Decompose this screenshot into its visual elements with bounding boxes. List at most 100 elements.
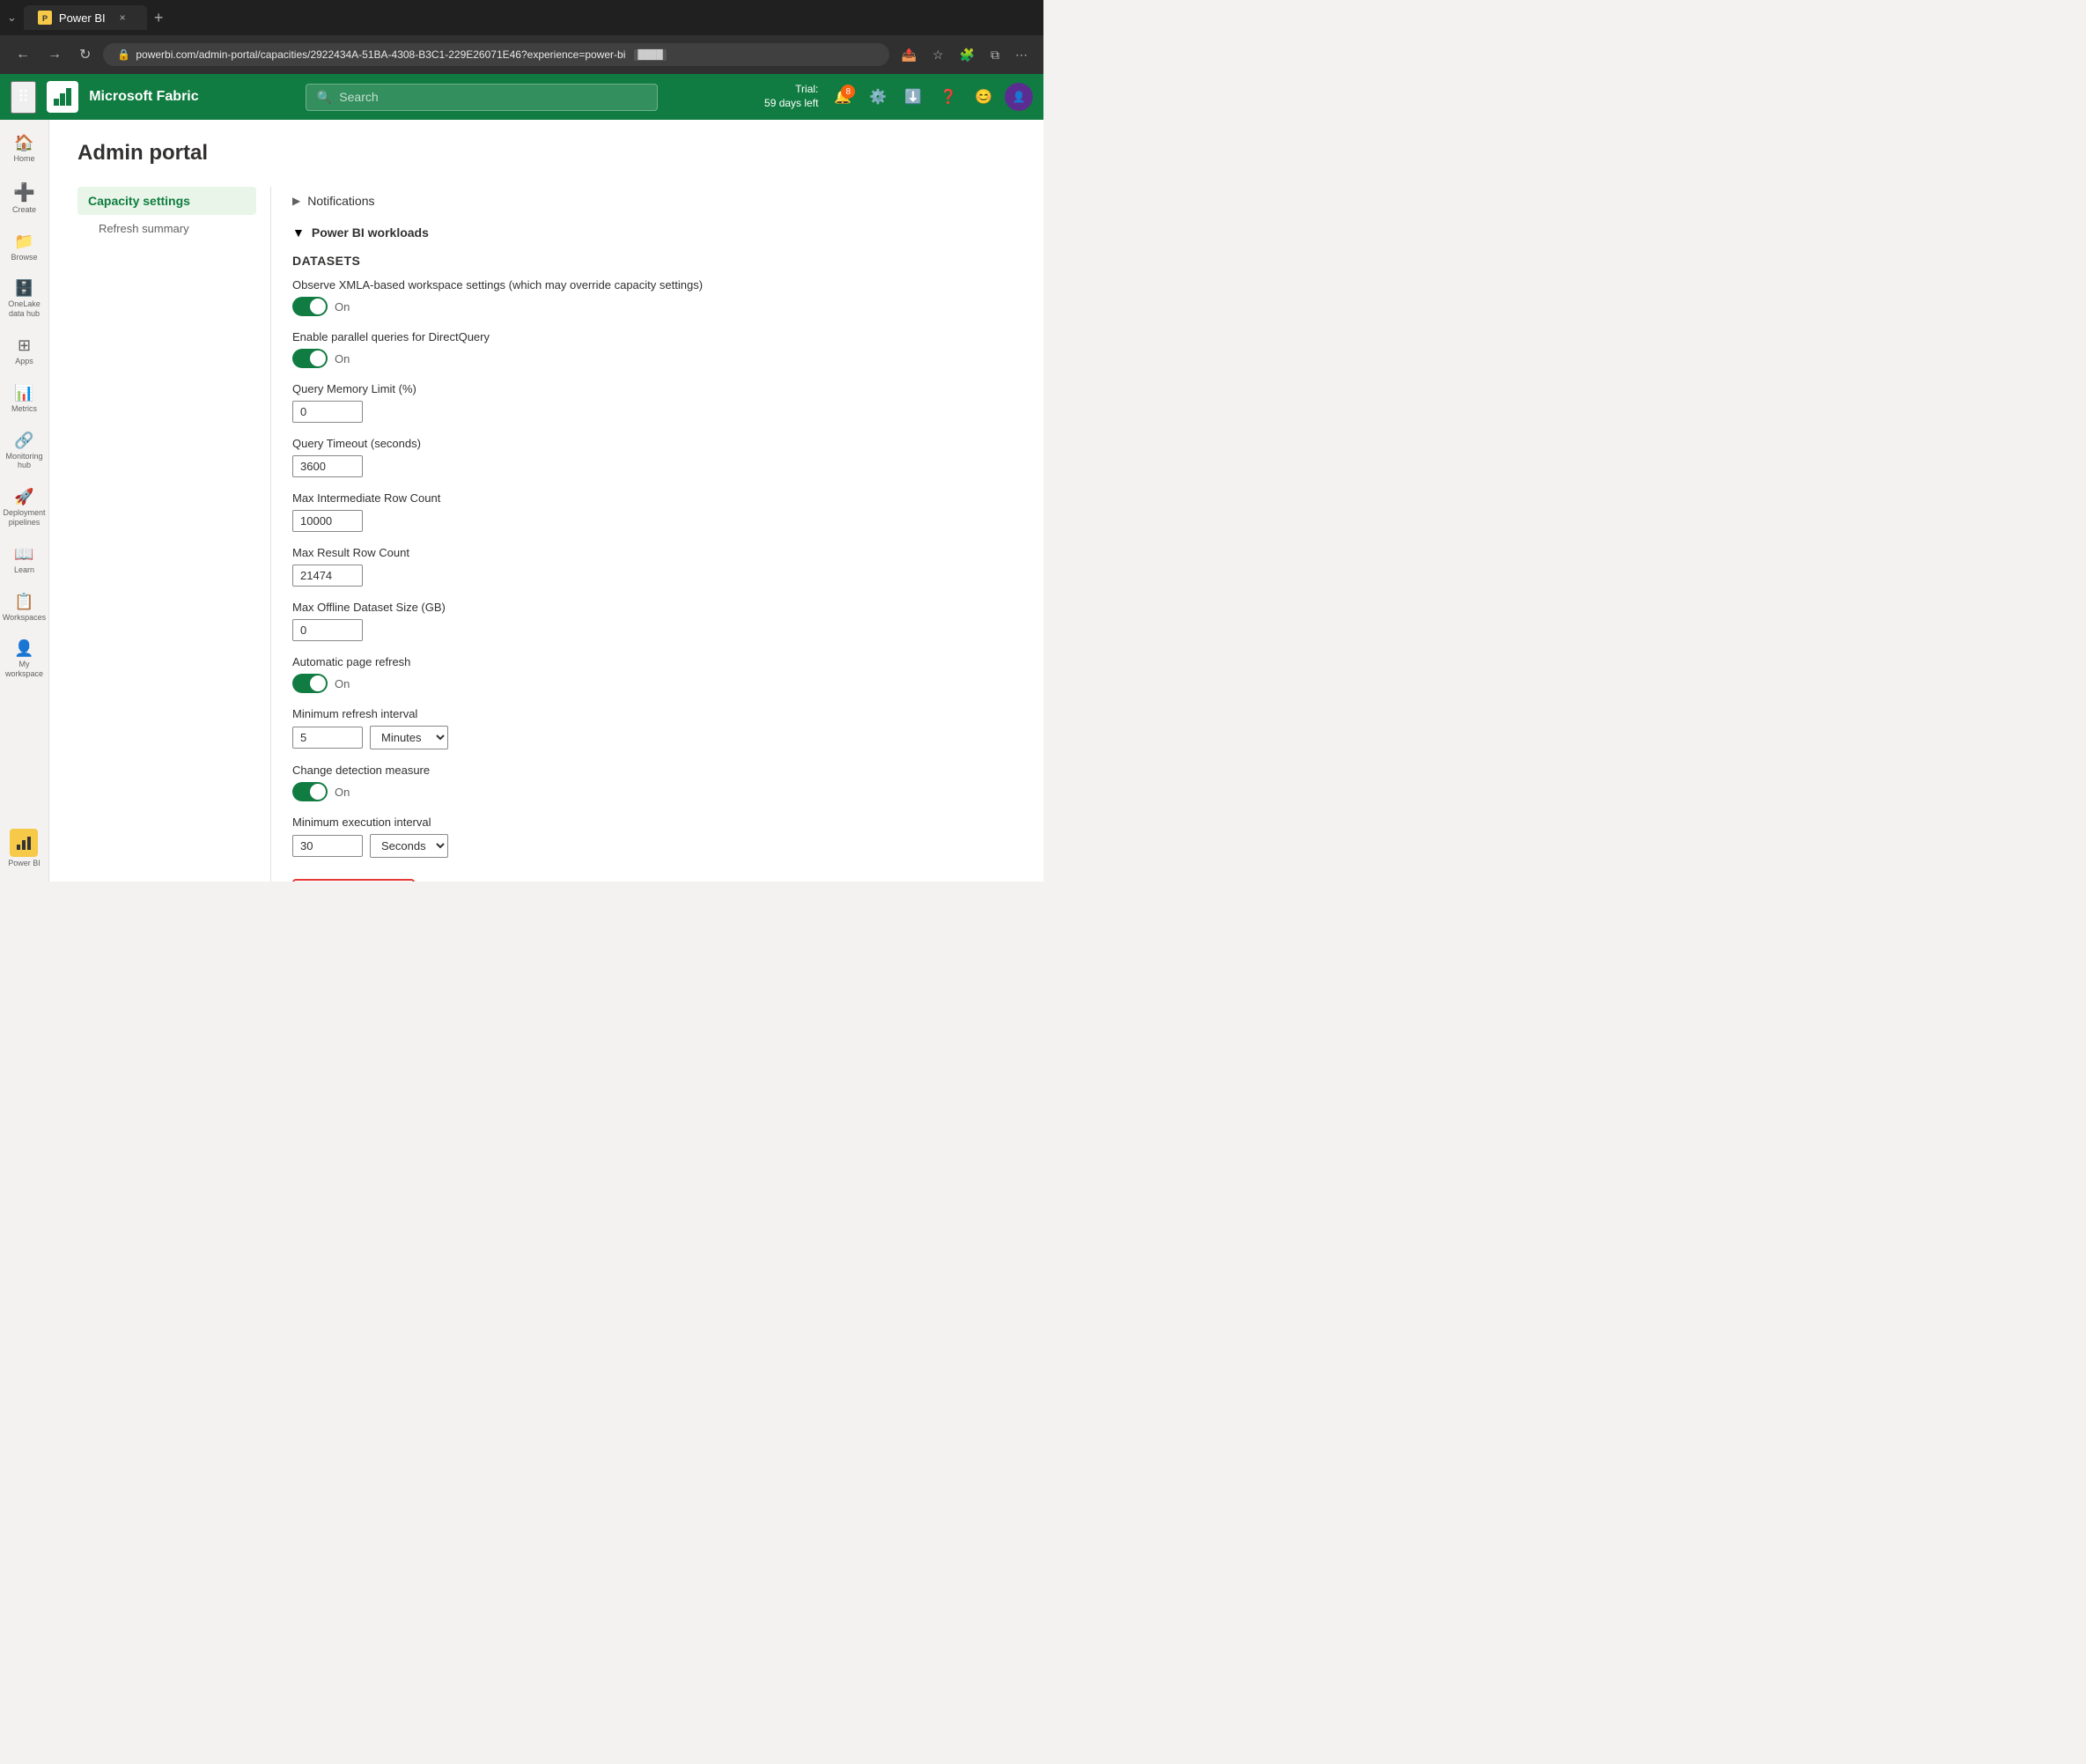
setting-parallel-queries: Enable parallel queries for DirectQuery … bbox=[292, 330, 1015, 368]
waffle-menu-button[interactable]: ⠿ bbox=[11, 81, 36, 114]
notifications-section-header[interactable]: ▶ Notifications bbox=[292, 187, 1015, 215]
onelake-icon: 🗄️ bbox=[14, 279, 33, 298]
content-area: Admin portal Capacity settings Refresh s… bbox=[49, 120, 1043, 882]
portal-main: ▶ Notifications ▼ Power BI workloads DAT… bbox=[271, 187, 1015, 882]
min-refresh-unit-select[interactable]: Minutes Seconds Hours bbox=[370, 726, 448, 749]
sidebar-item-deployment-label: Deploymentpipelines bbox=[3, 508, 45, 528]
user-avatar-button[interactable]: 👤 bbox=[1005, 83, 1033, 111]
setting-auto-page-refresh: Automatic page refresh On bbox=[292, 655, 1015, 693]
address-hidden-badge: ████ bbox=[634, 49, 666, 61]
back-button[interactable]: ← bbox=[11, 43, 35, 66]
change-detection-toggle[interactable] bbox=[292, 782, 328, 801]
split-view-button[interactable]: ⧉ bbox=[985, 44, 1005, 66]
sidebar-item-workspaces[interactable]: 📋 Workspaces bbox=[3, 586, 47, 630]
trial-info: Trial: 59 days left bbox=[764, 83, 818, 110]
sidebar-item-myworkspace[interactable]: 👤 Myworkspace bbox=[3, 632, 47, 686]
query-timeout-input[interactable] bbox=[292, 455, 363, 477]
help-button[interactable]: ❓ bbox=[934, 83, 962, 111]
auto-page-refresh-toggle[interactable] bbox=[292, 674, 328, 693]
notifications-button[interactable]: 🔔 8 bbox=[829, 83, 857, 111]
sidebar-item-myworkspace-label: Myworkspace bbox=[5, 660, 43, 679]
lock-icon: 🔒 bbox=[117, 48, 130, 61]
sidebar-item-browse[interactable]: 📁 Browse bbox=[3, 225, 47, 269]
myworkspace-icon: 👤 bbox=[14, 639, 33, 658]
max-result-input[interactable] bbox=[292, 565, 363, 587]
forward-button[interactable]: → bbox=[42, 43, 67, 66]
sidebar-item-deployment[interactable]: 🚀 Deploymentpipelines bbox=[3, 481, 47, 535]
setting-max-result: Max Result Row Count bbox=[292, 546, 1015, 587]
notification-badge: 8 bbox=[841, 85, 855, 99]
sidebar-item-learn[interactable]: 📖 Learn bbox=[3, 538, 47, 582]
datasets-section: DATASETS Observe XMLA-based workspace se… bbox=[292, 247, 1015, 882]
datasets-title: DATASETS bbox=[292, 254, 1015, 268]
deployment-icon: 🚀 bbox=[14, 488, 33, 506]
toggle-knob bbox=[310, 299, 326, 314]
feedback-button[interactable]: 😊 bbox=[969, 83, 998, 111]
browse-icon: 📁 bbox=[14, 232, 33, 251]
bookmark-button[interactable]: ☆ bbox=[927, 44, 949, 66]
xmla-workspace-toggle[interactable] bbox=[292, 297, 328, 316]
sidebar-item-create[interactable]: ➕ Create bbox=[3, 174, 47, 222]
new-tab-button[interactable]: + bbox=[154, 9, 164, 27]
nav-actions: 📤 ☆ 🧩 ⧉ ⋯ bbox=[896, 44, 1033, 66]
parallel-queries-toggle[interactable] bbox=[292, 349, 328, 368]
powerbi-label: Power BI bbox=[8, 859, 41, 867]
learn-icon: 📖 bbox=[14, 545, 33, 564]
sidebar-item-onelake[interactable]: 🗄️ OneLakedata hub bbox=[3, 272, 47, 326]
browser-titlebar: ⌄ P Power BI × + bbox=[0, 0, 1043, 35]
share-button[interactable]: 📤 bbox=[896, 44, 922, 66]
notifications-title: Notifications bbox=[307, 194, 374, 208]
sidebar-item-create-label: Create bbox=[12, 205, 36, 215]
sidebar-powerbi[interactable]: Power BI bbox=[4, 822, 44, 875]
setting-max-offline: Max Offline Dataset Size (GB) bbox=[292, 601, 1015, 641]
min-exec-unit-select[interactable]: Seconds Minutes Hours bbox=[370, 834, 448, 858]
sidebar-item-home[interactable]: 🏠 Home bbox=[3, 127, 47, 171]
min-refresh-value-input[interactable] bbox=[292, 727, 363, 749]
more-button[interactable]: ⋯ bbox=[1010, 44, 1033, 66]
setting-change-detection: Change detection measure On bbox=[292, 764, 1015, 801]
auto-page-refresh-toggle-row: On bbox=[292, 674, 1015, 693]
setting-min-refresh: Minimum refresh interval Minutes Seconds… bbox=[292, 707, 1015, 749]
max-offline-label: Max Offline Dataset Size (GB) bbox=[292, 601, 1015, 614]
browser-tab[interactable]: P Power BI × bbox=[24, 5, 147, 30]
max-result-label: Max Result Row Count bbox=[292, 546, 1015, 559]
download-button[interactable]: ⬇️ bbox=[899, 83, 927, 111]
settings-button[interactable]: ⚙️ bbox=[864, 83, 892, 111]
max-offline-input[interactable] bbox=[292, 619, 363, 641]
trial-days: 59 days left bbox=[764, 97, 818, 111]
sidebar-item-monitoring-label: Monitoringhub bbox=[5, 452, 42, 471]
address-bar[interactable]: 🔒 powerbi.com/admin-portal/capacities/29… bbox=[103, 43, 888, 66]
sidebar-item-metrics[interactable]: 📊 Metrics bbox=[3, 377, 47, 421]
extensions-button[interactable]: 🧩 bbox=[955, 44, 980, 66]
min-exec-label: Minimum execution interval bbox=[292, 816, 1015, 829]
xmla-endpoint-box: XMLA Endpoint Off Read Only Read Write bbox=[292, 879, 415, 882]
tab-overflow-icon[interactable]: ⌄ bbox=[7, 11, 17, 25]
sidebar-item-monitoring[interactable]: 🔗 Monitoringhub bbox=[3, 424, 47, 478]
app-name: Microsoft Fabric bbox=[89, 89, 198, 105]
min-exec-inputs: Seconds Minutes Hours bbox=[292, 834, 1015, 858]
portal-sidebar: Capacity settings Refresh summary bbox=[77, 187, 271, 882]
apps-icon: ⊞ bbox=[18, 336, 31, 355]
tab-close-button[interactable]: × bbox=[120, 11, 126, 24]
refresh-button[interactable]: ↻ bbox=[74, 42, 96, 67]
sidebar-item-apps-label: Apps bbox=[15, 357, 33, 366]
setting-xmla-endpoint: XMLA Endpoint Off Read Only Read Write bbox=[292, 872, 1015, 882]
sidebar-item-learn-label: Learn bbox=[14, 565, 34, 575]
search-box[interactable]: 🔍 bbox=[306, 84, 658, 111]
nav-capacity-settings[interactable]: Capacity settings bbox=[77, 187, 256, 215]
browser-navbar: ← → ↻ 🔒 powerbi.com/admin-portal/capacit… bbox=[0, 35, 1043, 74]
search-input[interactable] bbox=[339, 90, 646, 104]
sidebar-item-workspaces-label: Workspaces bbox=[3, 613, 46, 623]
sidebar-item-metrics-label: Metrics bbox=[11, 404, 37, 414]
query-memory-limit-input[interactable] bbox=[292, 401, 363, 423]
max-intermediate-input[interactable] bbox=[292, 510, 363, 532]
setting-xmla-workspace: Observe XMLA-based workspace settings (w… bbox=[292, 278, 1015, 316]
xmla-workspace-toggle-label: On bbox=[335, 300, 350, 314]
workloads-section-header[interactable]: ▼ Power BI workloads bbox=[292, 215, 1015, 247]
sidebar-item-apps[interactable]: ⊞ Apps bbox=[3, 329, 47, 373]
sidebar-item-home-label: Home bbox=[13, 154, 34, 164]
search-icon: 🔍 bbox=[317, 90, 332, 105]
nav-refresh-summary[interactable]: Refresh summary bbox=[77, 215, 256, 242]
tab-title: Power BI bbox=[59, 11, 106, 25]
min-exec-value-input[interactable] bbox=[292, 835, 363, 857]
